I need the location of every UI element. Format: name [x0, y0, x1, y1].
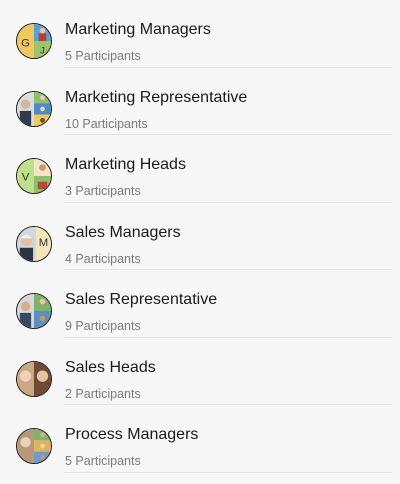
participant-count: 4 Participants — [65, 251, 141, 266]
group-name: Sales Heads — [65, 358, 156, 376]
participant-count: 5 Participants — [65, 49, 141, 63]
group-avatar-image: V — [17, 159, 51, 193]
group-item-process-managers[interactable]: Process Managers 5 Participants — [0, 405, 400, 473]
group-name: Marketing Representative — [65, 88, 248, 106]
group-avatar-image: M — [17, 226, 51, 261]
group-name: Process Managers — [65, 426, 199, 443]
group-item-marketing-heads[interactable]: V Marketing Heads 3 Participants — [0, 135, 400, 203]
group-item-marketing-managers[interactable]: G J Marketing Managers 5 Participants — [0, 0, 400, 68]
group-name: Sales Representative — [65, 291, 218, 308]
group-avatar — [16, 360, 52, 397]
avatar-initial: M — [39, 236, 48, 248]
group-item-sales-representative[interactable]: Sales Representative 9 Participants — [0, 270, 400, 338]
participant-count: 3 Participants — [65, 184, 141, 198]
participant-count: 2 Participants — [65, 386, 141, 401]
group-avatar-image — [17, 361, 51, 396]
group-avatar — [16, 90, 52, 127]
group-avatar-image — [17, 429, 51, 463]
group-avatar: G J — [16, 23, 52, 59]
group-name: Marketing Managers — [65, 21, 211, 38]
group-avatar-image — [17, 91, 51, 126]
avatar-initial: G — [21, 38, 30, 50]
group-avatar — [16, 293, 52, 329]
participant-count: 9 Participants — [65, 319, 141, 333]
avatar-initial: V — [22, 172, 30, 184]
group-name: Sales Managers — [65, 223, 181, 241]
participant-count: 10 Participants — [65, 116, 148, 131]
group-item-sales-heads[interactable]: Sales Heads 2 Participants — [0, 338, 400, 405]
group-avatar: M — [16, 225, 52, 262]
group-avatar-image — [17, 294, 51, 328]
group-item-sales-managers[interactable]: M Sales Managers 4 Participants — [0, 203, 400, 270]
group-item-marketing-representative[interactable]: Marketing Representative 10 Participants — [0, 68, 400, 135]
row-divider — [64, 471, 392, 473]
group-name: Marketing Heads — [65, 156, 186, 173]
participant-count: 5 Participants — [65, 454, 141, 468]
group-avatar — [16, 428, 52, 464]
group-list: G J Marketing Managers 5 Participants Ma… — [0, 0, 400, 473]
avatar-initial: J — [40, 45, 45, 56]
group-avatar: V — [16, 158, 52, 194]
group-avatar-image: G J — [17, 24, 51, 58]
